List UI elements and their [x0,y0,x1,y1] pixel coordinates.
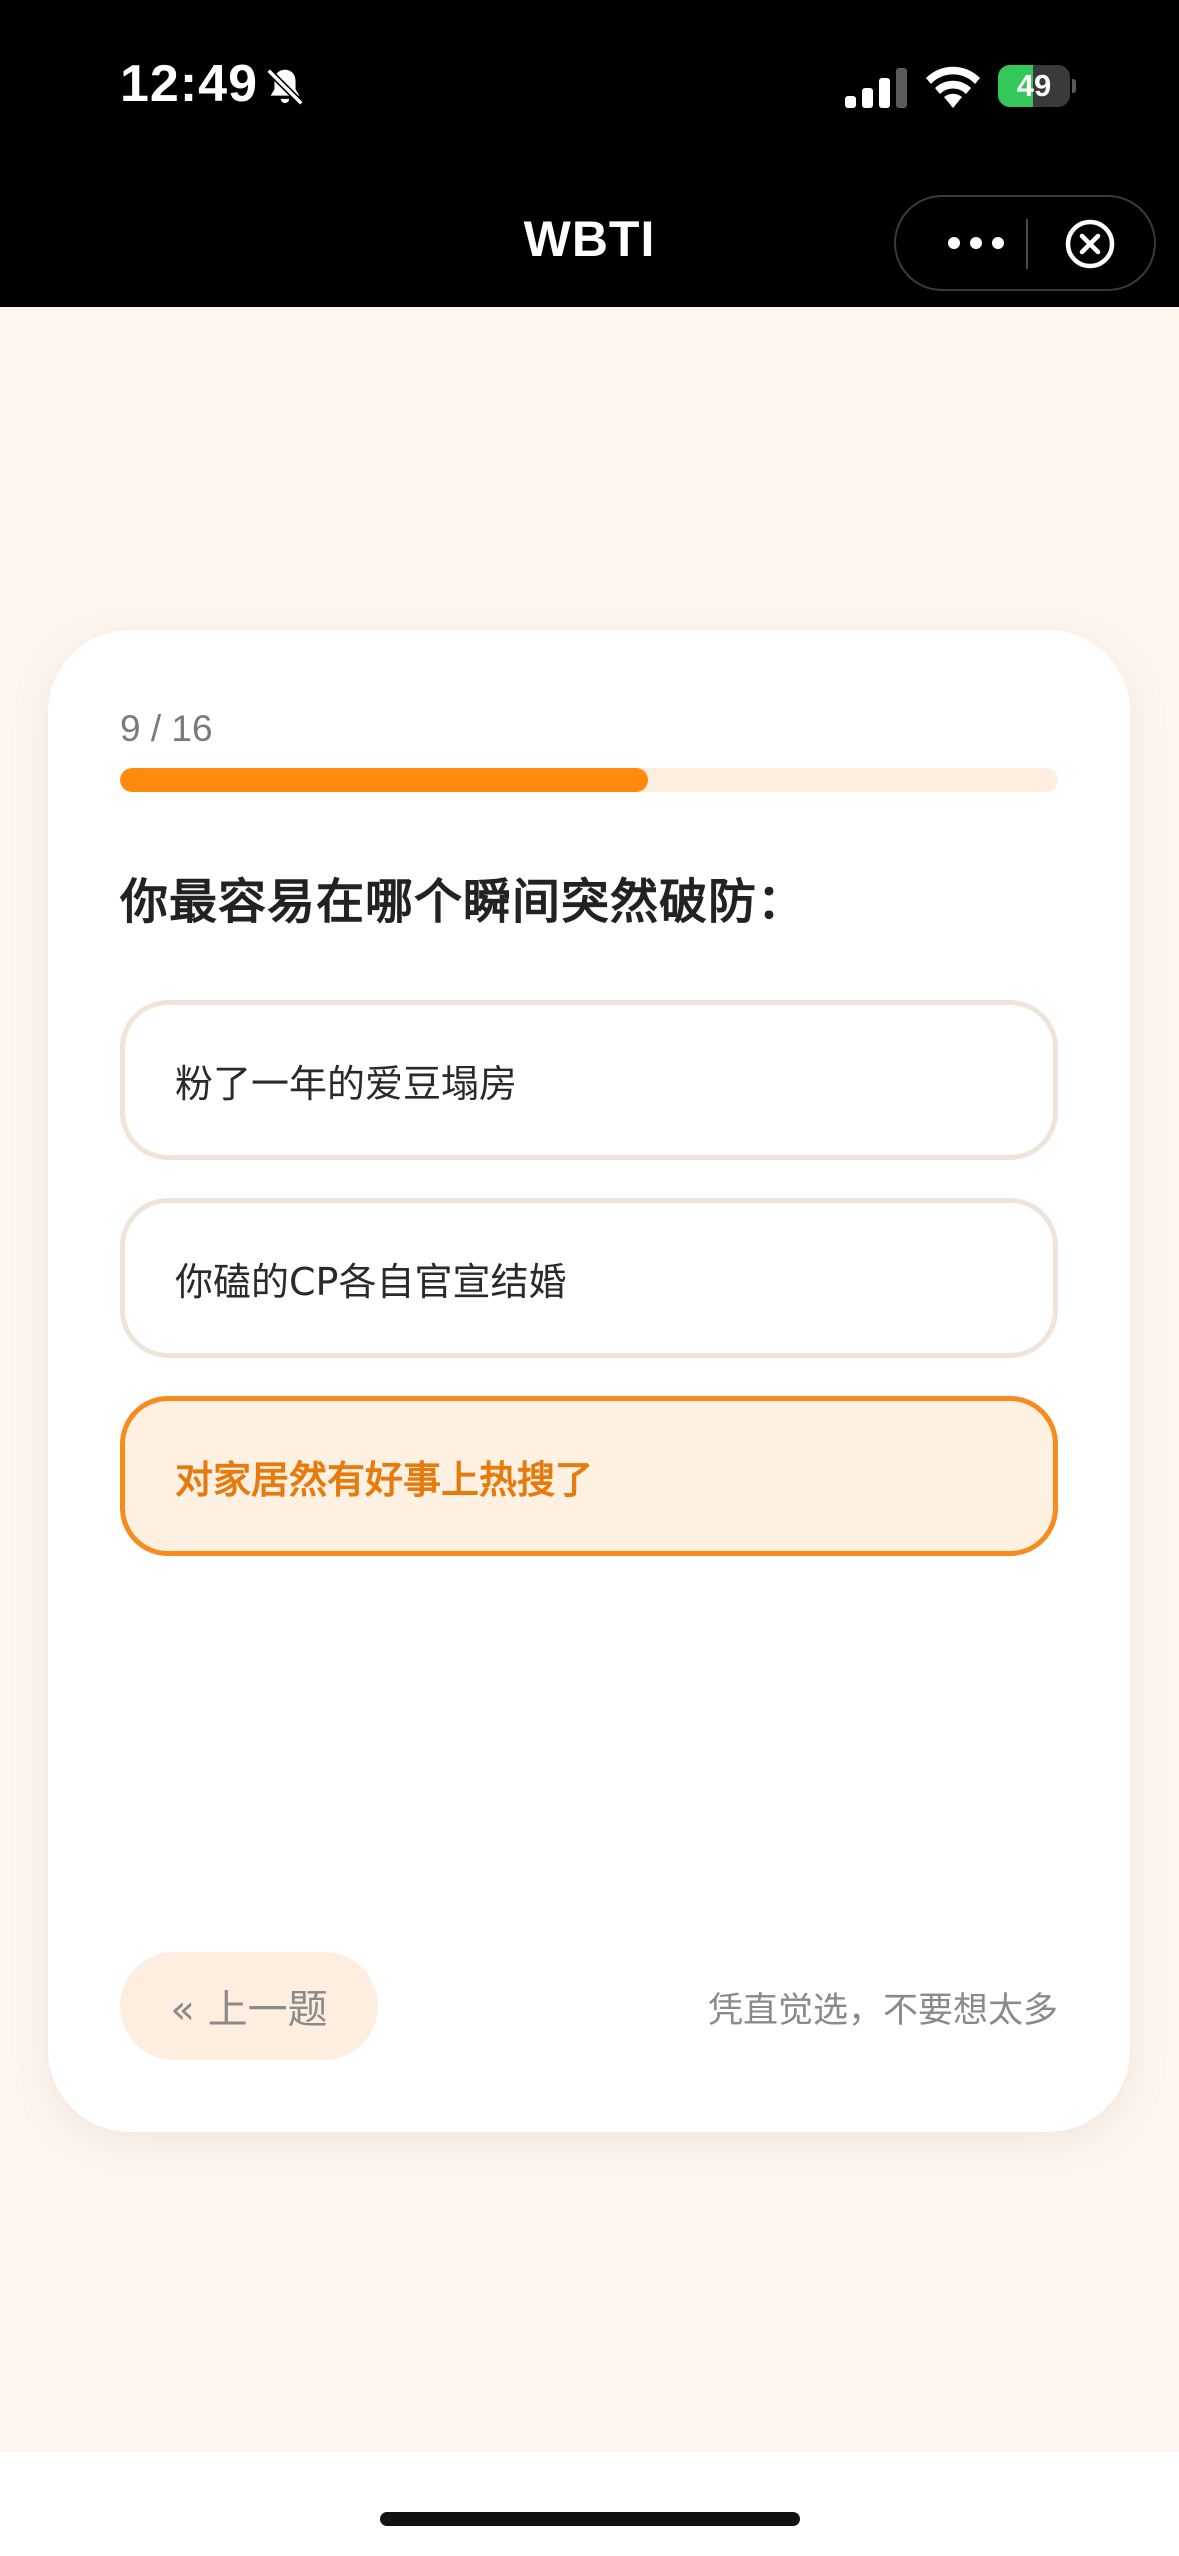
close-circle-icon[interactable] [1064,218,1116,270]
bell-slash-icon [266,68,304,106]
progress-bar-fill [120,768,648,792]
mini-program-capsule [894,195,1156,291]
more-icon[interactable] [936,197,1016,289]
answer-option-2[interactable]: 你磕的CP各自官宣结婚 [120,1198,1058,1358]
hint-text: 凭直觉选，不要想太多 [707,1991,1058,2031]
wifi-icon [926,66,980,108]
progress-bar [120,768,1058,792]
quiz-card: 9 / 16 你最容易在哪个瞬间突然破防： 粉了一年的爱豆塌房 你磕的CP各自官… [48,630,1130,2132]
home-indicator[interactable] [380,2512,800,2526]
answer-option-label: 你磕的CP各自官宣结婚 [175,1259,567,1304]
battery-percent: 49 [1016,68,1052,103]
battery-charging-icon: 49 [998,65,1076,107]
top-bar: 12:49 49 WBTI [0,0,1179,307]
signal-icon [845,68,907,108]
status-time: 12:49 [120,55,258,113]
answer-option-1[interactable]: 粉了一年的爱豆塌房 [120,1000,1058,1160]
capsule-divider [1026,219,1028,269]
previous-question-button[interactable]: « 上一题 [120,1952,378,2060]
progress-label: 9 / 16 [120,708,213,749]
answer-option-label: 对家居然有好事上热搜了 [175,1457,594,1502]
question-text: 你最容易在哪个瞬间突然破防： [120,874,807,930]
answer-option-3-selected[interactable]: 对家居然有好事上热搜了 [120,1396,1058,1556]
bottom-safe-area [0,2452,1179,2556]
answer-option-label: 粉了一年的爱豆塌房 [175,1061,518,1106]
